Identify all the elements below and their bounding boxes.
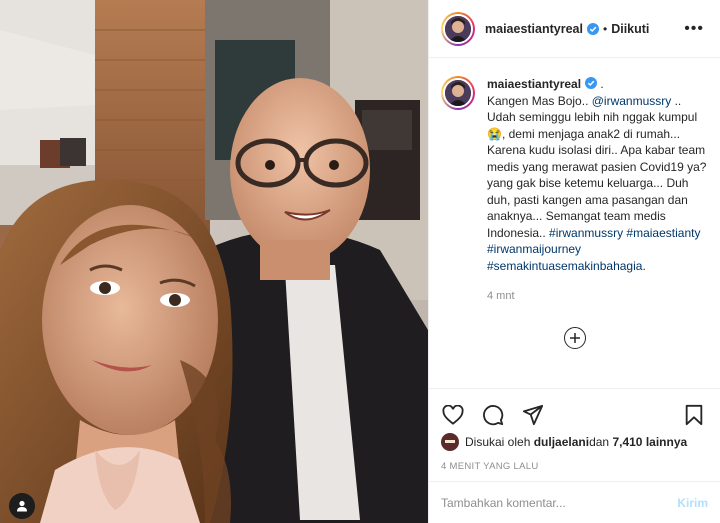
share-button[interactable] (521, 403, 545, 427)
likes-middle: dan (589, 435, 610, 449)
more-options-icon[interactable]: ••• (680, 20, 708, 38)
caption-trailing: . (597, 77, 604, 91)
header-username[interactable]: maiaestiantyreal (485, 22, 583, 36)
post-photo[interactable] (0, 0, 428, 523)
verified-badge-icon (586, 22, 599, 35)
likes-count[interactable]: 7,410 lainnya (612, 435, 687, 449)
caption-end: . (642, 258, 646, 273)
hashtag-link[interactable]: #irwanmaijourney (487, 242, 581, 256)
like-button[interactable] (441, 403, 465, 427)
header-separator: • (602, 21, 608, 36)
crying-emoji: 😭 (487, 126, 502, 141)
plus-icon (569, 332, 580, 343)
comment-button[interactable] (481, 403, 505, 427)
caption-time[interactable]: 4 mnt (487, 288, 707, 305)
post-comment-button[interactable]: Kirim (677, 496, 708, 510)
user-tag-icon (17, 500, 27, 512)
comment-input[interactable] (441, 495, 678, 510)
bookmark-icon (685, 404, 703, 426)
likes-prefix: Disukai oleh (465, 435, 531, 449)
likes-summary: Disukai oleh duljaelani dan 7,410 lainny… (441, 433, 708, 451)
header-avatar[interactable] (441, 11, 475, 46)
save-button[interactable] (682, 403, 706, 427)
load-more-button[interactable] (563, 326, 586, 349)
caption-line-1: Kangen Mas Bojo.. (487, 93, 592, 108)
posted-ago[interactable]: 4 MENIT YANG LALU (441, 461, 708, 472)
liker-username[interactable]: duljaelani (534, 435, 589, 449)
post-actions-section: Disukai oleh duljaelani dan 7,410 lainny… (429, 388, 720, 472)
comments-area[interactable]: maiaestiantyreal . Kangen Mas Bojo.. @ir… (429, 58, 720, 388)
load-more-comments (441, 326, 708, 349)
heart-icon (442, 405, 464, 425)
hashtag-link[interactable]: #maiaestianty (626, 226, 700, 240)
liker-avatar[interactable] (441, 433, 459, 451)
avatar-image (445, 80, 471, 106)
tagged-users-button[interactable] (9, 493, 35, 519)
hashtag-link[interactable]: #semakintuasemakinbahagia (487, 259, 642, 273)
post-header: maiaestiantyreal • Diikuti ••• (429, 0, 720, 58)
caption-avatar[interactable] (441, 76, 475, 110)
mention-link[interactable]: @irwanmussry (592, 94, 672, 108)
add-comment-bar: Kirim (429, 481, 720, 523)
avatar-image (445, 15, 471, 42)
caption-username[interactable]: maiaestiantyreal (487, 77, 581, 91)
selfie-image (0, 0, 428, 523)
comment-icon (483, 405, 504, 426)
liker-avatar-image (443, 435, 457, 449)
post-side-panel: maiaestiantyreal • Diikuti ••• maiaestia… (428, 0, 720, 523)
follow-status-button[interactable]: Diikuti (611, 22, 649, 36)
caption-text: maiaestiantyreal . Kangen Mas Bojo.. @ir… (487, 76, 707, 305)
caption-line-3: , demi menjaga anak2 di rumah... Karena … (487, 126, 707, 240)
caption: maiaestiantyreal . Kangen Mas Bojo.. @ir… (441, 76, 708, 305)
verified-badge-icon (585, 77, 598, 89)
send-icon (522, 404, 544, 426)
hashtag-link[interactable]: #irwanmussry (549, 226, 623, 240)
